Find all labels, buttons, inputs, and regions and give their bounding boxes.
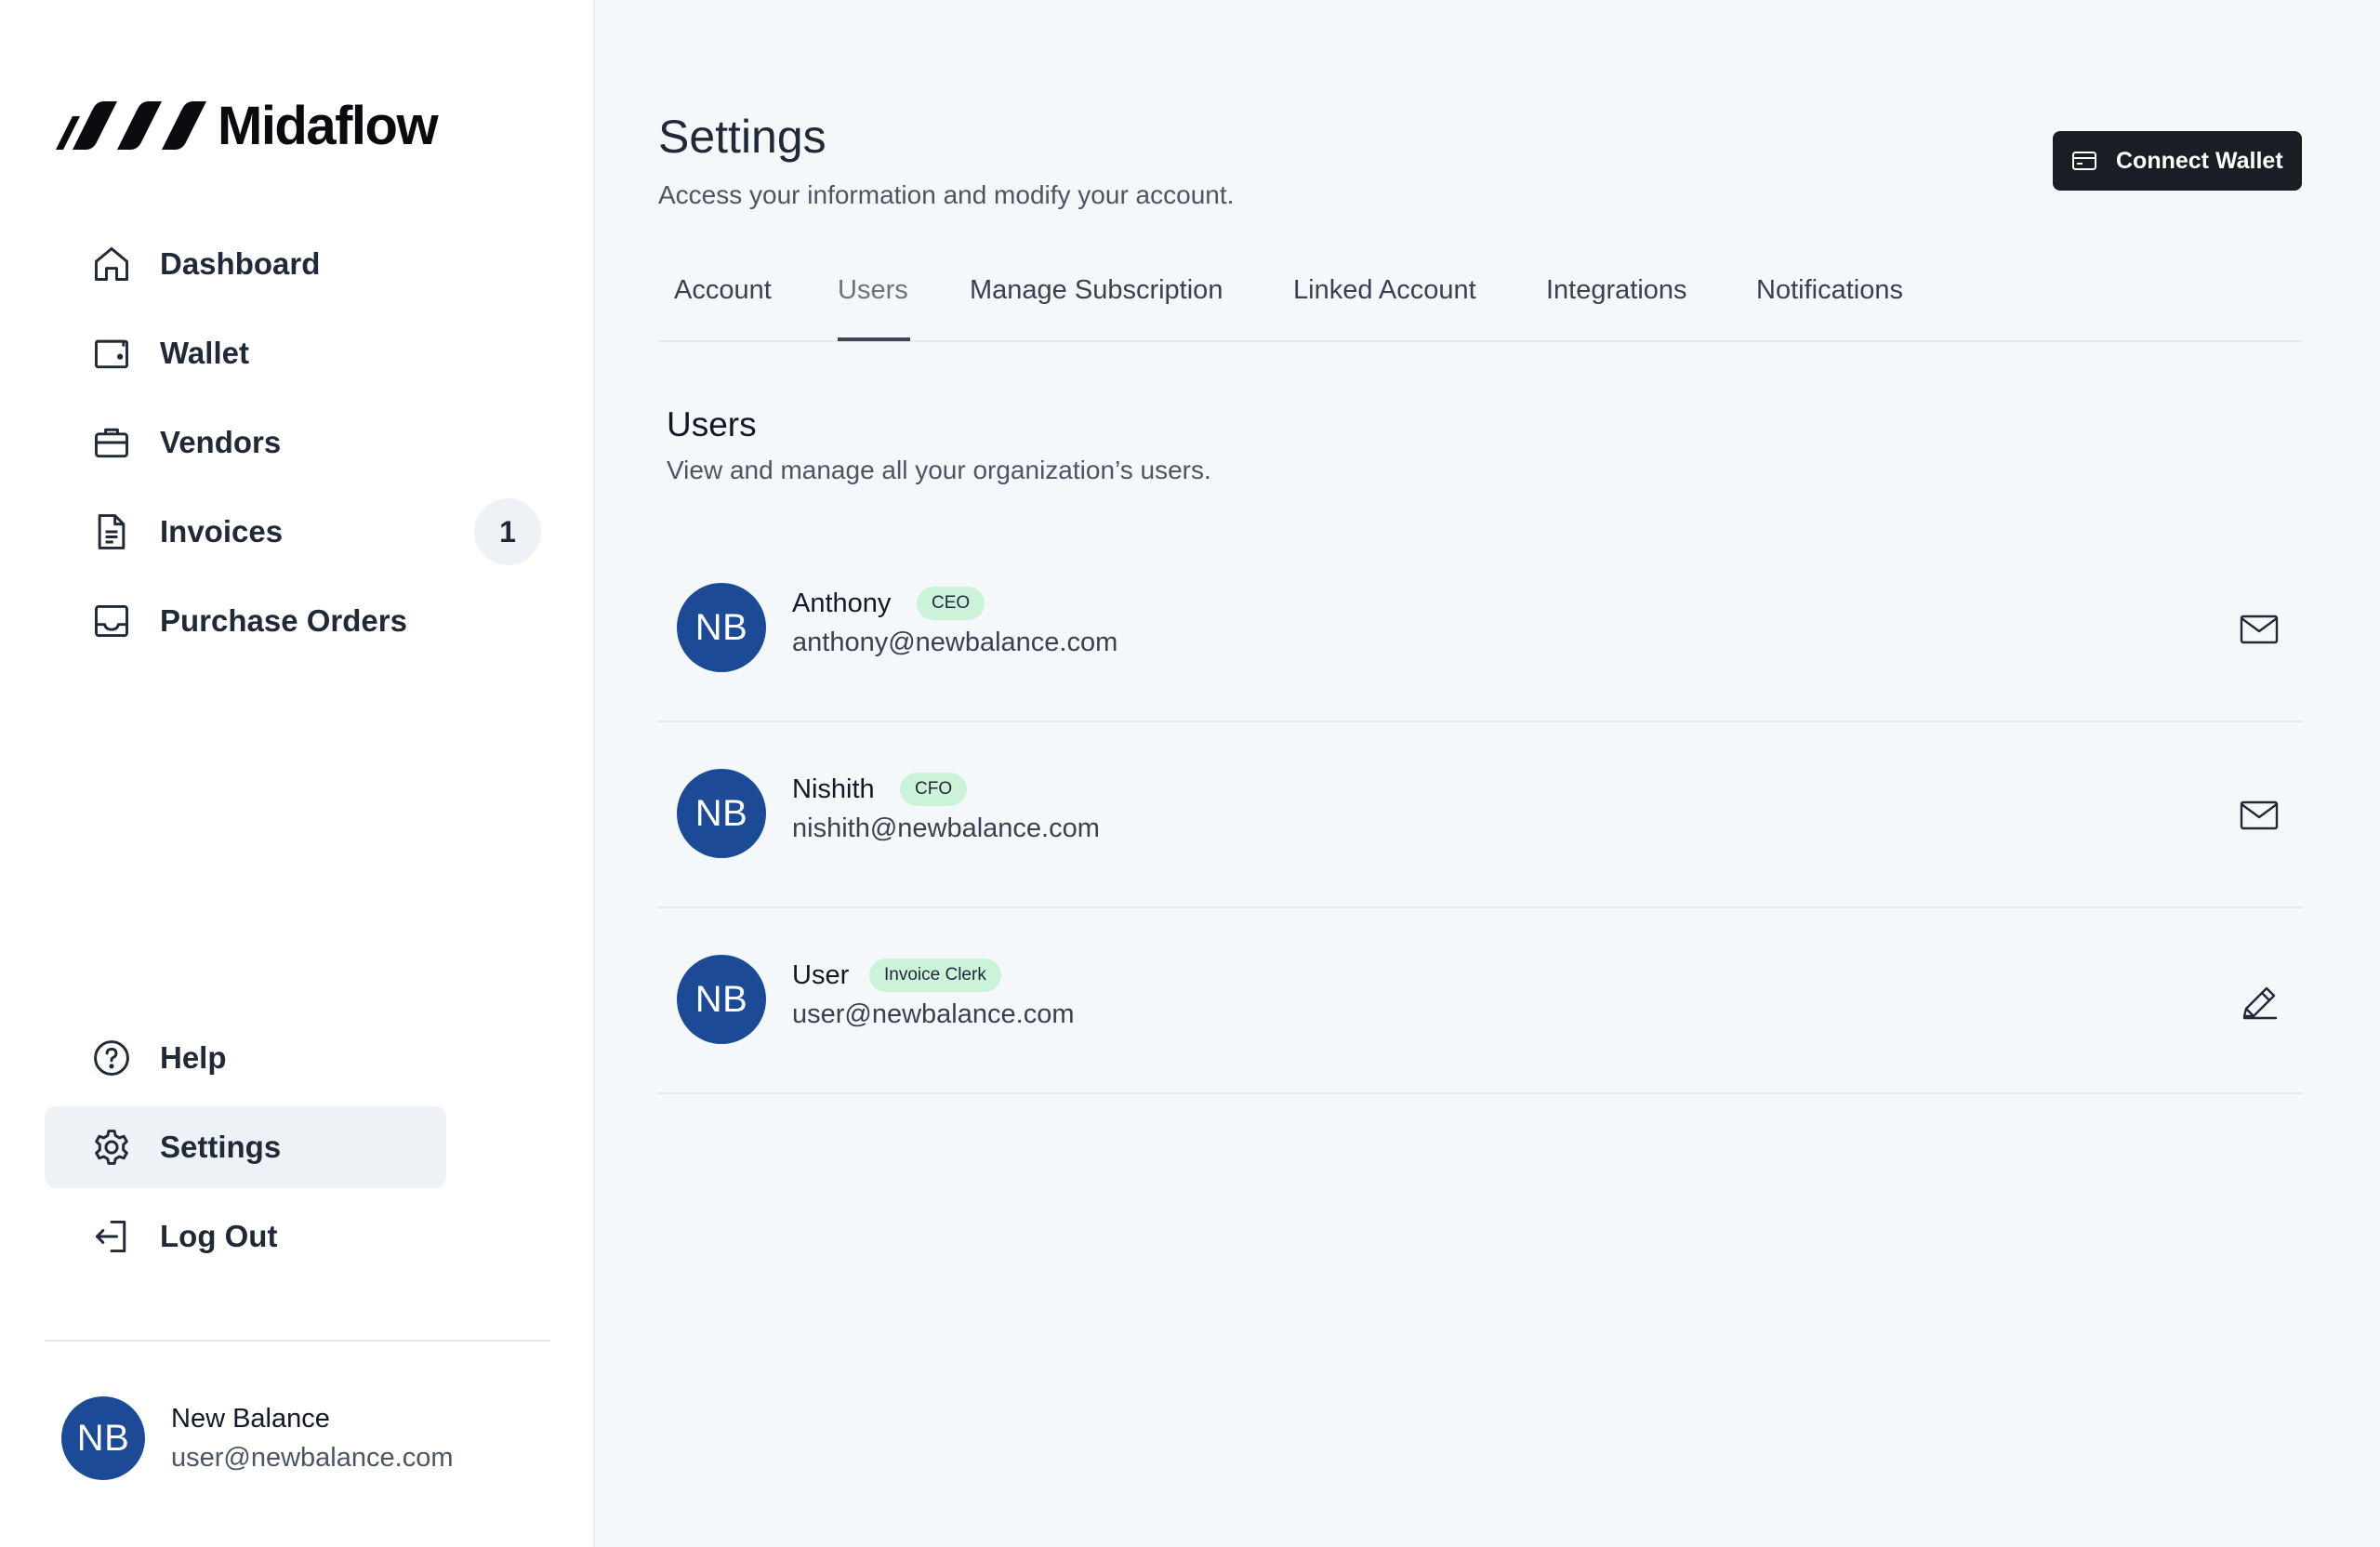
tab-integrations[interactable]: Integrations (1546, 275, 1687, 306)
role-badge: Invoice Clerk (869, 959, 1001, 992)
sidebar-item-purchase-orders[interactable]: Purchase Orders (45, 580, 446, 662)
sidebar-item-invoices[interactable]: Invoices 1 (45, 491, 541, 573)
page-subtitle: Access your information and modify your … (658, 180, 1235, 209)
credit-card-icon (2072, 152, 2096, 170)
sidebar-divider (45, 1340, 550, 1342)
active-tab-indicator (838, 337, 910, 341)
settings-tabs: Account Users Manage Subscription Linked… (658, 270, 2302, 342)
sidebar-item-label: Wallet (160, 336, 249, 370)
sidebar-item-label: Purchase Orders (160, 603, 407, 638)
sidebar-item-wallet[interactable]: Wallet (45, 312, 446, 394)
briefcase-icon (95, 428, 128, 458)
avatar: NB (677, 583, 766, 672)
avatar: NB (61, 1396, 145, 1480)
mail-icon[interactable] (2239, 797, 2280, 834)
user-email: anthony@newbalance.com (792, 628, 1118, 657)
tab-manage-subscription[interactable]: Manage Subscription (970, 275, 1223, 306)
brand-logo[interactable]: Midaflow (56, 93, 439, 158)
tab-linked-account[interactable]: Linked Account (1293, 275, 1476, 306)
sidebar-item-label: Help (160, 1040, 227, 1075)
sidebar-item-label: Vendors (160, 425, 282, 459)
inbox-icon (95, 604, 128, 638)
sidebar-item-help[interactable]: Help (45, 1017, 446, 1099)
avatar: NB (677, 955, 766, 1044)
profile-email: user@newbalance.com (171, 1443, 454, 1473)
logout-icon (95, 1220, 126, 1253)
invoices-count-badge: 1 (474, 498, 541, 565)
user-name: Anthony (792, 588, 892, 618)
document-icon (98, 514, 126, 549)
page-title: Settings (658, 111, 826, 163)
sidebar: Midaflow Dashboard Wallet Vendors Invoic… (0, 0, 595, 1547)
gear-icon (95, 1130, 128, 1165)
role-badge: CFO (900, 773, 968, 806)
home-icon (95, 247, 128, 281)
pencil-icon[interactable] (2239, 983, 2280, 1020)
mail-icon[interactable] (2239, 611, 2280, 648)
tab-users[interactable]: Users (838, 275, 908, 306)
section-subtitle: View and manage all your organization’s … (667, 456, 1211, 484)
user-email: nishith@newbalance.com (792, 813, 1100, 843)
user-name: Nishith (792, 774, 875, 804)
sidebar-item-logout[interactable]: Log Out (45, 1196, 446, 1277)
sidebar-item-label: Settings (160, 1130, 282, 1164)
midaflow-logo-icon (56, 101, 206, 150)
sidebar-item-label: Log Out (160, 1219, 278, 1253)
user-row: NB Anthony CEO anthony@newbalance.com (658, 536, 2302, 722)
tab-notifications[interactable]: Notifications (1756, 275, 1903, 306)
user-row: NB Nishith CFO nishith@newbalance.com (658, 722, 2302, 908)
user-row: NB User Invoice Clerk user@newbalance.co… (658, 908, 2302, 1094)
user-email: user@newbalance.com (792, 999, 1075, 1029)
sidebar-item-dashboard[interactable]: Dashboard (45, 223, 446, 305)
help-circle-icon (94, 1040, 129, 1076)
user-name: User (792, 960, 850, 990)
sidebar-item-settings[interactable]: Settings (45, 1106, 446, 1188)
sidebar-item-label: Invoices (160, 514, 284, 549)
section-title: Users (667, 405, 757, 443)
wallet-icon (95, 339, 128, 369)
profile-name: New Balance (171, 1404, 330, 1434)
brand-name: Midaflow (218, 95, 439, 156)
sidebar-item-label: Dashboard (160, 246, 321, 281)
avatar: NB (677, 769, 766, 858)
connect-wallet-button[interactable]: Connect Wallet (2053, 131, 2302, 191)
connect-wallet-label: Connect Wallet (2116, 147, 2283, 174)
tab-account[interactable]: Account (674, 275, 772, 306)
sidebar-item-vendors[interactable]: Vendors (45, 402, 446, 483)
role-badge: CEO (917, 587, 985, 620)
